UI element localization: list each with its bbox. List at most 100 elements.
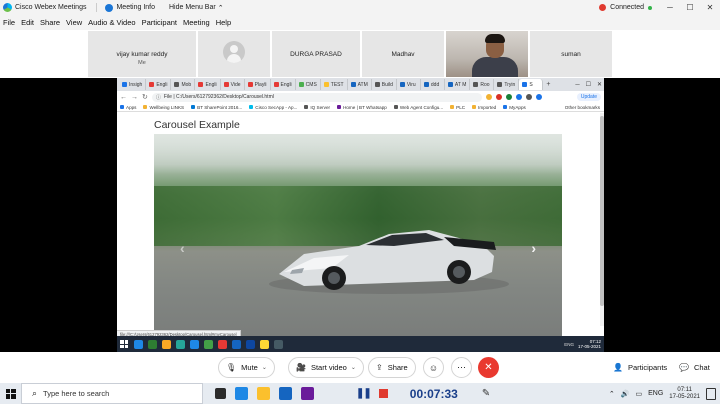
browser-maximize-button[interactable]: ☐ [586, 81, 591, 88]
extension-icon[interactable] [495, 94, 502, 100]
explorer-icon[interactable] [162, 339, 171, 349]
chevron-down-icon[interactable]: ⌄ [351, 364, 356, 371]
connection-status[interactable]: Connected [610, 4, 644, 11]
system-clock[interactable]: 07:11 17-05-2021 [669, 387, 700, 401]
close-button[interactable]: ✕ [700, 0, 720, 15]
pen-annotate-icon[interactable]: ✎ [482, 388, 490, 399]
carousel-prev-icon[interactable]: ‹ [180, 240, 185, 256]
menu-view[interactable]: View [66, 18, 82, 27]
meeting-info-button[interactable]: Meeting Info [116, 4, 155, 11]
menu-edit[interactable]: Edit [21, 18, 34, 27]
hide-menu-bar-button[interactable]: Hide Menu Bar ⌃ [169, 4, 224, 12]
extension-icon[interactable] [515, 94, 522, 100]
address-bar[interactable]: ⓘ File | C:/Users/612792362/Desktop/Caro… [151, 92, 482, 102]
browser-tab[interactable]: ddd [421, 79, 445, 90]
word-icon[interactable] [232, 339, 241, 349]
bookmark-item[interactable]: Home | BT Whatsapp [337, 105, 387, 110]
bookmark-item[interactable]: Wellbeing LINKS [143, 105, 184, 110]
other-bookmarks[interactable]: Other bookmarks [565, 105, 600, 110]
shared-browser-window[interactable]: Insigh Engli Mob Engli Vide Playli Engli… [117, 78, 604, 352]
back-arrow-icon[interactable]: ← [120, 94, 127, 101]
end-meeting-button[interactable]: ✕ [478, 357, 499, 378]
bookmark-item[interactable]: MyApps [503, 105, 526, 110]
app-icon[interactable] [204, 339, 213, 349]
notification-center-icon[interactable] [706, 387, 716, 400]
scrollbar-thumb[interactable] [600, 116, 604, 306]
chevron-down-icon[interactable]: ⌄ [262, 364, 267, 371]
outlook-icon[interactable] [246, 339, 255, 349]
remote-clock[interactable]: 07:12 17-05-2021 [578, 339, 601, 349]
menu-share[interactable]: Share [40, 18, 60, 27]
outlook-icon[interactable] [279, 387, 292, 400]
bookmark-item[interactable]: BT SharePoint 2016... [191, 105, 242, 110]
extension-icon[interactable] [525, 94, 532, 100]
mute-button[interactable]: 🎙 Mute ⌄ [218, 357, 275, 378]
meeting-info-icon[interactable] [105, 3, 114, 12]
page-scrollbar[interactable] [600, 113, 604, 326]
start-video-button[interactable]: 🎥 Start video ⌄ [288, 357, 364, 378]
teams-icon[interactable] [301, 387, 314, 400]
forward-arrow-icon[interactable]: → [131, 94, 138, 101]
reload-icon[interactable]: ↻ [142, 93, 148, 101]
more-options-button[interactable]: ⋯ [451, 357, 472, 378]
browser-tab[interactable]: Insigh [119, 79, 147, 90]
app-icon[interactable] [274, 339, 283, 349]
browser-tab-active[interactable]: S [519, 79, 544, 90]
participant-tile[interactable]: vijay kumar reddy Me [88, 31, 196, 77]
profile-avatar-icon[interactable] [535, 94, 542, 100]
browser-close-button[interactable]: ✕ [597, 81, 602, 88]
browser-tab[interactable]: Engli [195, 79, 221, 90]
bookmark-item[interactable]: PLC [450, 105, 465, 110]
bookmark-star-icon[interactable] [485, 94, 492, 100]
browser-tab[interactable]: Engli [146, 79, 172, 90]
minimize-button[interactable]: ─ [660, 0, 680, 15]
chrome-icon[interactable] [218, 339, 227, 349]
menu-file[interactable]: File [3, 18, 15, 27]
taskbar-search-box[interactable]: ⌕ Type here to search [21, 383, 203, 404]
skype-icon[interactable] [190, 339, 199, 349]
participant-video-tile[interactable] [446, 31, 528, 77]
browser-tab[interactable]: TEST [321, 79, 348, 90]
reactions-button[interactable]: ☺ [423, 357, 444, 378]
carousel-next-icon[interactable]: › [531, 240, 536, 256]
carousel-slide[interactable]: ‹ › [154, 134, 562, 336]
menu-participant[interactable]: Participant [142, 18, 177, 27]
participant-tile[interactable]: suman [530, 31, 612, 77]
bookmark-item[interactable]: Imported [472, 105, 496, 110]
menu-help[interactable]: Help [216, 18, 231, 27]
browser-tab[interactable]: CMS [296, 79, 321, 90]
browser-tab[interactable]: Mob [171, 79, 196, 90]
remote-tray-lang[interactable]: ENG [564, 342, 574, 347]
browser-tab[interactable]: Roo [470, 79, 495, 90]
chrome-icon[interactable] [257, 387, 270, 400]
store-icon[interactable] [148, 339, 157, 349]
network-icon[interactable]: ▭ [636, 390, 643, 398]
browser-tab[interactable]: AT M [445, 79, 471, 90]
edge-icon[interactable] [134, 339, 143, 349]
chat-button[interactable]: 💬 Chat [672, 357, 717, 378]
maximize-button[interactable]: ☐ [680, 0, 700, 15]
chrome-icon[interactable] [260, 339, 269, 349]
browser-tab[interactable]: Viru [397, 79, 421, 90]
share-button[interactable]: ⇪ Share [368, 357, 416, 378]
participant-tile[interactable] [198, 31, 270, 77]
menu-meeting[interactable]: Meeting [183, 18, 210, 27]
browser-update-button[interactable]: Update [576, 93, 601, 101]
tray-overflow-icon[interactable]: ⌃ [609, 390, 615, 398]
bookmark-item[interactable]: Apps [120, 105, 136, 110]
stop-recording-icon[interactable] [378, 389, 388, 398]
browser-tab[interactable]: Build [372, 79, 397, 90]
browser-tab[interactable]: ATM [348, 79, 372, 90]
bookmark-item[interactable]: IQ Server [304, 105, 330, 110]
participant-tile[interactable]: Madhav [362, 31, 444, 77]
info-icon[interactable]: ⓘ [156, 94, 161, 101]
participant-tile[interactable]: DURGA PRASAD [272, 31, 360, 77]
bookmark-item[interactable]: Web Agent Configu... [393, 105, 443, 110]
task-view-icon[interactable] [215, 388, 226, 399]
menu-audio-video[interactable]: Audio & Video [88, 18, 135, 27]
bookmark-item[interactable]: Cisco SecApp - Ap... [249, 105, 297, 110]
remote-start-icon[interactable] [120, 340, 128, 348]
extension-icon[interactable] [505, 94, 512, 100]
pause-recording-icon[interactable]: ❚❚ [356, 388, 372, 399]
participants-button[interactable]: 👤 Participants [606, 357, 675, 378]
